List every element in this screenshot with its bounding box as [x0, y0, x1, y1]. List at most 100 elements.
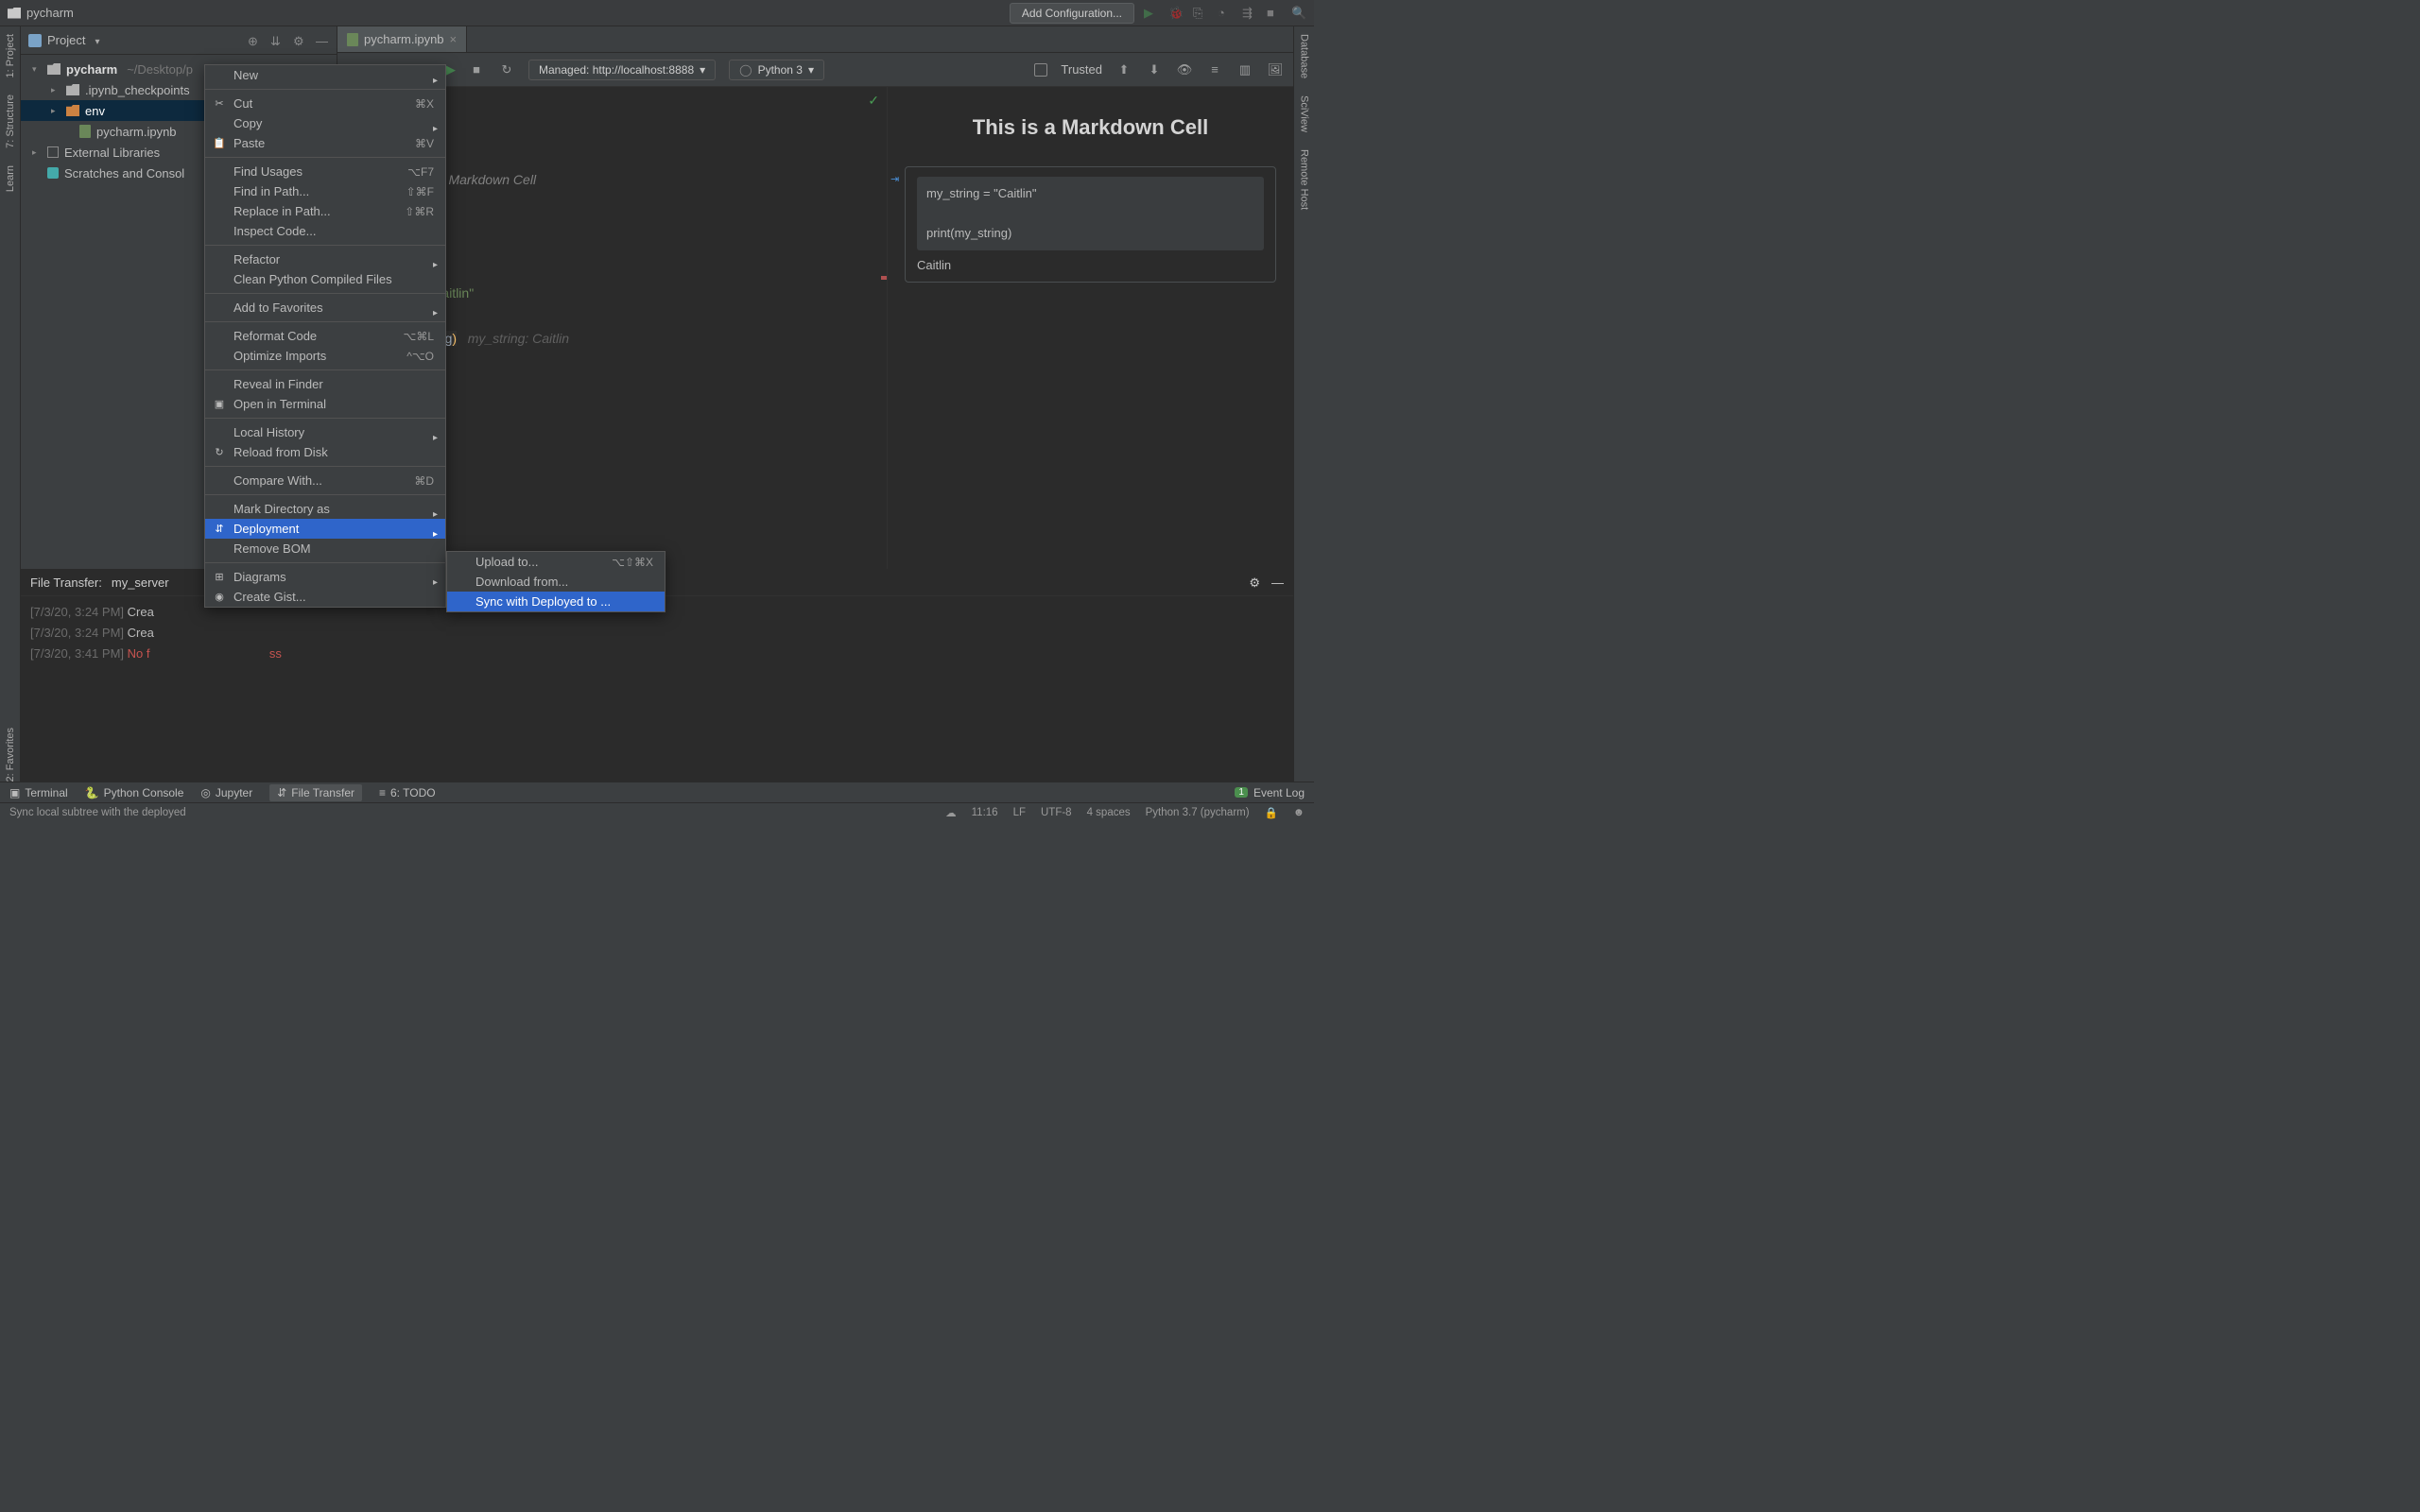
right-rail: Database SciView Remote Host	[1293, 26, 1314, 782]
search-icon[interactable]: 🔍	[1291, 6, 1306, 21]
menu-item[interactable]: Add to Favorites	[205, 298, 445, 318]
context-menu[interactable]: New ✂Cut⌘XCopy📋Paste⌘V Find Usages⌥F7Find …	[204, 64, 446, 608]
menu-item[interactable]: Sync with Deployed to ...	[447, 592, 665, 611]
status-line-sep[interactable]: LF	[1013, 807, 1026, 818]
preview-cell[interactable]: ⇥ my_string = "Caitlin" print(my_string)…	[905, 166, 1276, 283]
menu-item[interactable]: Remove BOM	[205, 539, 445, 558]
menu-item[interactable]: Local History	[205, 422, 445, 442]
tab-python-console[interactable]: 🐍 Python Console	[85, 786, 184, 799]
menu-item[interactable]: Find in Path...⇧⌘F	[205, 181, 445, 201]
run-icon[interactable]: ▶	[1144, 6, 1159, 21]
menu-item[interactable]: ✂Cut⌘X	[205, 94, 445, 113]
upload-icon[interactable]: ⬆	[1115, 61, 1132, 78]
project-view-label[interactable]: Project	[47, 33, 85, 47]
menu-item[interactable]: Mark Directory as	[205, 499, 445, 519]
menu-item[interactable]: Refactor	[205, 249, 445, 269]
tab-label: pycharm.ipynb	[364, 32, 444, 46]
menu-item[interactable]: ↻Reload from Disk	[205, 442, 445, 462]
attach-icon[interactable]: ⇶	[1242, 6, 1257, 21]
folder-icon	[8, 8, 21, 19]
menu-item[interactable]: Optimize Imports^⌥O	[205, 346, 445, 366]
tab-file-transfer[interactable]: ⇵ File Transfer	[269, 784, 362, 801]
rail-remote-host[interactable]: Remote Host	[1299, 149, 1310, 210]
menu-item[interactable]: ⇵Deployment	[205, 519, 445, 539]
preview-output: Caitlin	[917, 258, 1264, 272]
status-line-col[interactable]: 11:16	[972, 807, 998, 818]
kernel-selector[interactable]: ◯Python 3▾	[729, 60, 824, 80]
menu-item[interactable]: Download from...	[447, 572, 665, 592]
rail-sciview[interactable]: SciView	[1299, 95, 1310, 132]
preview-code-line: print(my_string)	[926, 224, 1254, 244]
preview-icon[interactable]: 👁	[1176, 61, 1193, 78]
view-split-icon[interactable]: ▥	[1236, 61, 1253, 78]
hide-icon[interactable]: —	[1271, 576, 1284, 591]
status-sync-icon[interactable]: ☁	[945, 806, 957, 819]
menu-item[interactable]: Copy	[205, 113, 445, 133]
menu-item[interactable]: ⊞Diagrams	[205, 567, 445, 587]
view-preview-icon[interactable]: 🖼	[1267, 61, 1284, 78]
preview-heading: This is a Markdown Cell	[905, 115, 1276, 140]
transfer-label: File Transfer:	[30, 576, 102, 590]
locate-icon[interactable]: ⊕	[248, 34, 261, 47]
close-icon[interactable]: ×	[450, 32, 458, 46]
menu-item[interactable]: Clean Python Compiled Files	[205, 269, 445, 289]
rail-favorites[interactable]: 2: Favorites	[5, 728, 16, 782]
view-code-icon[interactable]: ≡	[1206, 61, 1223, 78]
profile-icon[interactable]: ◔	[1218, 6, 1233, 21]
hide-icon[interactable]: —	[316, 34, 329, 47]
chevron-down-icon[interactable]	[91, 33, 99, 47]
tab-file[interactable]: pycharm.ipynb ×	[337, 26, 467, 52]
server-selector[interactable]: Managed: http://localhost:8888▾	[528, 60, 716, 80]
stop-icon[interactable]: ■	[1267, 6, 1282, 21]
menu-item[interactable]: 📋Paste⌘V	[205, 133, 445, 153]
menu-item[interactable]: Inspect Code...	[205, 221, 445, 241]
event-badge: 1	[1235, 787, 1248, 798]
tab-terminal[interactable]: ▣ Terminal	[9, 786, 68, 799]
menu-item[interactable]: ▣Open in Terminal	[205, 394, 445, 414]
menu-item[interactable]: Upload to...⌥⇧⌘X	[447, 552, 665, 572]
menu-item[interactable]: Reveal in Finder	[205, 374, 445, 394]
rail-learn[interactable]: Learn	[5, 165, 16, 192]
trusted-checkbox[interactable]	[1034, 63, 1047, 77]
menu-item[interactable]: Find Usages⌥F7	[205, 162, 445, 181]
log-line: [7/3/20, 3:41 PM] No f ss	[30, 644, 1284, 664]
add-configuration-button[interactable]: Add Configuration...	[1010, 3, 1134, 24]
menu-item[interactable]: Replace in Path...⇧⌘R	[205, 201, 445, 221]
status-bar: Sync local subtree with the deployed ☁ 1…	[0, 802, 1314, 822]
gear-icon[interactable]: ⚙	[293, 34, 306, 47]
left-rail: 1: Project 7: Structure Learn 2: Favorit…	[0, 26, 21, 782]
restart-icon[interactable]: ↻	[498, 61, 515, 78]
error-stripe[interactable]	[881, 276, 887, 280]
trusted-label: Trusted	[1061, 62, 1102, 77]
check-icon: ✓	[868, 93, 879, 109]
tab-jupyter[interactable]: ◎ Jupyter	[200, 786, 252, 799]
menu-item[interactable]: Reformat Code⌥⌘L	[205, 326, 445, 346]
rail-project[interactable]: 1: Project	[5, 34, 16, 77]
tab-todo[interactable]: ≡ 6: TODO	[379, 786, 436, 799]
server-name[interactable]: my_server	[112, 576, 169, 590]
notebook-toolbar: ＋ ✂ ▶ ▶▶ ■ ↻ Managed: http://localhost:8…	[337, 53, 1293, 87]
status-encoding[interactable]: UTF-8	[1041, 807, 1072, 818]
status-hector-icon[interactable]: ☻	[1293, 807, 1305, 818]
debug-icon[interactable]: 🐞	[1168, 6, 1184, 21]
preview-code-line: my_string = "Caitlin"	[926, 184, 1254, 204]
bottom-tool-tabs: ▣ Terminal 🐍 Python Console ◎ Jupyter ⇵ …	[0, 782, 1314, 802]
stop-icon[interactable]: ■	[468, 61, 485, 78]
status-indent[interactable]: 4 spaces	[1087, 807, 1131, 818]
notebook-icon	[347, 33, 358, 46]
collapse-icon[interactable]: ⇊	[270, 34, 284, 47]
download-icon[interactable]: ⬇	[1146, 61, 1163, 78]
status-interpreter[interactable]: Python 3.7 (pycharm)	[1146, 807, 1250, 818]
deployment-submenu[interactable]: Upload to...⌥⇧⌘XDownload from...Sync wit…	[446, 551, 666, 612]
menu-item[interactable]: New	[205, 65, 445, 85]
editor-tabs: pycharm.ipynb ×	[337, 26, 1293, 53]
gear-icon[interactable]: ⚙	[1249, 576, 1260, 591]
cell-run-icon[interactable]: ⇥	[890, 173, 899, 185]
coverage-icon[interactable]: ⎘	[1193, 6, 1208, 21]
rail-database[interactable]: Database	[1299, 34, 1310, 78]
rail-structure[interactable]: 7: Structure	[5, 94, 16, 148]
menu-item[interactable]: Compare With...⌘D	[205, 471, 445, 490]
tab-event-log[interactable]: 1 Event Log	[1235, 786, 1305, 799]
status-lock-icon[interactable]: 🔒	[1265, 806, 1278, 819]
menu-item[interactable]: ◉Create Gist...	[205, 587, 445, 607]
